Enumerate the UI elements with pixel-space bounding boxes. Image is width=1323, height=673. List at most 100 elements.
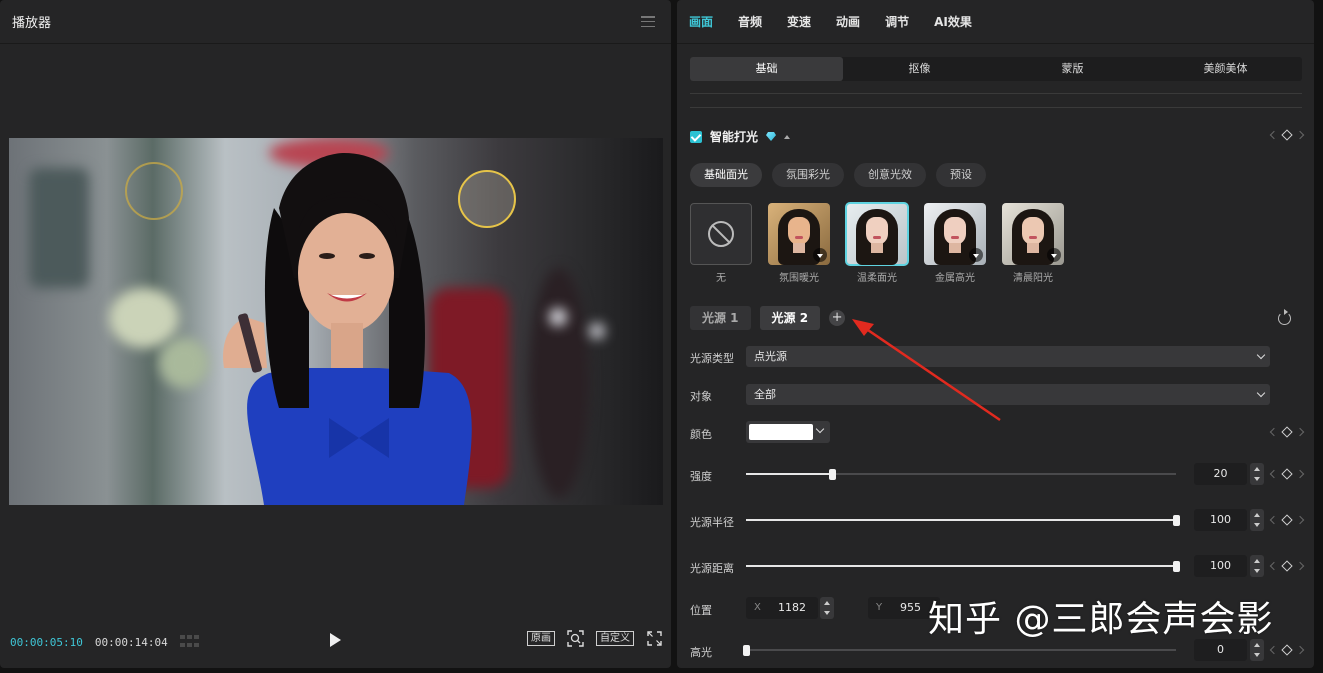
radius-stepper[interactable]	[1250, 509, 1264, 531]
preset-none[interactable]: 无	[690, 203, 752, 284]
subject-figure	[223, 153, 472, 505]
light-type-label: 光源类型	[690, 352, 734, 365]
intensity-label: 强度	[690, 470, 712, 483]
preset-label: 清晨阳光	[1013, 273, 1053, 284]
position-x-value: 1182	[778, 601, 806, 614]
divider	[690, 93, 1302, 94]
smart-lighting-checkbox[interactable]	[690, 130, 702, 143]
position-x-input[interactable]: X 1182	[746, 597, 818, 619]
preset-label: 氛围暖光	[779, 273, 819, 284]
add-keyframe-icon[interactable]	[1281, 644, 1293, 656]
position-y-value: 955	[900, 601, 921, 614]
add-keyframe-icon[interactable]	[1281, 426, 1293, 438]
tab-animation[interactable]: 动画	[836, 13, 860, 30]
custom-ratio-button[interactable]: 自定义	[596, 631, 634, 646]
next-keyframe-icon[interactable]	[1295, 645, 1305, 655]
video-preview[interactable]	[9, 138, 663, 505]
highlight-slider[interactable]	[743, 642, 1176, 658]
next-keyframe-icon[interactable]	[1295, 130, 1305, 140]
slider-handle[interactable]	[1173, 515, 1180, 526]
highlight-input[interactable]: 0	[1194, 639, 1247, 661]
radius-input[interactable]: 100	[1194, 509, 1247, 531]
color-swatch	[749, 424, 813, 440]
collapse-caret-icon[interactable]	[784, 134, 791, 139]
radius-label: 光源半径	[690, 516, 734, 529]
preset-thumb	[690, 203, 752, 265]
y-axis-label: Y	[876, 602, 883, 613]
add-light-source-button[interactable]: +	[829, 310, 846, 326]
prev-keyframe-icon[interactable]	[1269, 561, 1279, 571]
add-keyframe-icon[interactable]	[1281, 514, 1293, 526]
distance-input[interactable]: 100	[1194, 555, 1247, 577]
distance-stepper[interactable]	[1250, 555, 1264, 577]
highlight-label: 高光	[690, 646, 712, 659]
watermark: 知乎 @三郎会声会影	[928, 599, 1274, 640]
next-keyframe-icon[interactable]	[1295, 427, 1305, 437]
distance-slider[interactable]	[746, 558, 1180, 574]
light-type-value: 点光源	[754, 350, 787, 363]
preset-thumb	[924, 203, 986, 265]
position-x-stepper[interactable]	[820, 597, 834, 619]
player-controls: 00:00:05:10 00:00:14:04 原画 自定义	[0, 616, 671, 668]
preset-metal-highlight[interactable]: 金属高光	[924, 203, 986, 284]
tab-audio[interactable]: 音频	[738, 13, 762, 30]
light-source-2-tab[interactable]: 光源 2	[759, 306, 821, 330]
light-source-1-handle[interactable]	[125, 162, 183, 220]
tab-picture[interactable]: 画面	[689, 13, 713, 30]
slider-handle[interactable]	[743, 645, 750, 656]
radius-slider[interactable]	[746, 512, 1180, 528]
intensity-input[interactable]: 20	[1194, 463, 1247, 485]
prev-keyframe-icon[interactable]	[1269, 130, 1279, 140]
preset-warm-ambient[interactable]: 氛围暖光	[768, 203, 830, 284]
subtab-basic[interactable]: 基础	[690, 57, 843, 81]
zoom-fit-icon[interactable]	[567, 630, 584, 647]
preset-morning-sun[interactable]: 清晨阳光	[1002, 203, 1064, 284]
chevron-down-icon	[1256, 350, 1266, 360]
menu-icon[interactable]	[641, 16, 655, 27]
prev-keyframe-icon[interactable]	[1269, 469, 1279, 479]
smart-lighting-header: 智能打光	[690, 128, 791, 145]
light-source-2-handle[interactable]	[458, 170, 516, 228]
pill-basic-face-light[interactable]: 基础面光	[690, 163, 762, 187]
tab-ai-effects[interactable]: AI效果	[934, 13, 972, 30]
prev-keyframe-icon[interactable]	[1269, 515, 1279, 525]
download-icon[interactable]	[969, 248, 983, 262]
distance-keyframe	[1269, 560, 1305, 572]
pill-creative-light[interactable]: 创意光效	[854, 163, 926, 187]
add-keyframe-icon[interactable]	[1281, 468, 1293, 480]
target-select[interactable]: 全部	[746, 384, 1270, 405]
prev-keyframe-icon[interactable]	[1269, 645, 1279, 655]
slider-handle[interactable]	[1173, 561, 1180, 572]
download-icon[interactable]	[1047, 248, 1061, 262]
highlight-stepper[interactable]	[1250, 639, 1264, 661]
fullscreen-icon[interactable]	[646, 630, 663, 647]
intensity-slider[interactable]	[746, 466, 1176, 482]
subtab-beauty[interactable]: 美颜美体	[1149, 57, 1302, 81]
subtab-mask[interactable]: 蒙版	[996, 57, 1149, 81]
preset-thumb	[1002, 203, 1064, 265]
prev-keyframe-icon[interactable]	[1269, 427, 1279, 437]
frame-grid-icon[interactable]	[179, 635, 200, 649]
original-quality-button[interactable]: 原画	[527, 631, 555, 646]
color-picker[interactable]	[746, 421, 830, 443]
tab-adjust[interactable]: 调节	[885, 13, 909, 30]
download-icon[interactable]	[813, 248, 827, 262]
tab-speed[interactable]: 变速	[787, 13, 811, 30]
preset-soft-face[interactable]: 温柔面光	[845, 202, 909, 284]
add-keyframe-icon[interactable]	[1281, 560, 1293, 572]
pill-ambient-color-light[interactable]: 氛围彩光	[772, 163, 844, 187]
light-source-tabs: 光源 1 光源 2 +	[690, 306, 846, 330]
intensity-stepper[interactable]	[1250, 463, 1264, 485]
light-source-1-tab[interactable]: 光源 1	[690, 306, 751, 330]
reset-icon[interactable]	[1278, 309, 1291, 325]
add-keyframe-icon[interactable]	[1281, 129, 1293, 141]
subtab-cutout[interactable]: 抠像	[843, 57, 996, 81]
play-button[interactable]	[330, 633, 341, 647]
next-keyframe-icon[interactable]	[1295, 469, 1305, 479]
next-keyframe-icon[interactable]	[1295, 561, 1305, 571]
light-type-select[interactable]: 点光源	[746, 346, 1270, 367]
pill-presets[interactable]: 预设	[936, 163, 986, 187]
color-keyframe	[1269, 426, 1305, 438]
next-keyframe-icon[interactable]	[1295, 515, 1305, 525]
slider-handle[interactable]	[829, 469, 836, 480]
